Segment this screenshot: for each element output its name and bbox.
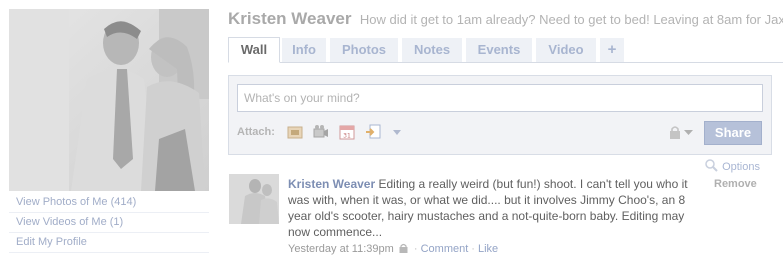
profile-photo[interactable] [9,9,209,191]
photo-attach-icon[interactable] [287,124,303,140]
video-attach-icon[interactable] [313,124,329,140]
tab-info[interactable]: Info [282,38,326,62]
story-author-name[interactable]: Kristen Weaver [288,177,375,191]
status-text: How did it get to 1am already? Need to g… [359,12,783,27]
story-timestamp[interactable]: Yesterday at 11:39pm [288,243,394,255]
tab-photos[interactable]: Photos [330,38,398,62]
privacy-lock-icon[interactable] [669,125,681,139]
event-attach-icon[interactable]: 31 [339,124,355,140]
privacy-dropdown-chevron-icon[interactable] [684,130,693,136]
svg-text:31: 31 [343,133,351,140]
magnifier-icon [705,159,718,172]
tab-notes[interactable]: Notes [402,38,462,62]
profile-photo-image [9,9,209,191]
tab-video[interactable]: Video [536,38,596,62]
story-meta: Yesterday at 11:39pm · Comment · Like [288,243,498,255]
options-label: Options [722,161,760,173]
separator-dot: · [471,243,475,255]
story-author-thumbnail[interactable] [229,174,279,224]
profile-name[interactable]: Kristen Weaver [228,9,351,28]
like-link[interactable]: Like [478,243,498,255]
separator-dot: · [413,243,418,255]
view-videos-link[interactable]: View Videos of Me (1) [9,213,209,233]
options-link[interactable]: Options [705,159,760,173]
link-attach-icon[interactable] [365,124,381,140]
more-attachments-chevron-icon[interactable] [391,124,403,140]
add-tab-button[interactable]: + [600,38,624,62]
tab-events[interactable]: Events [466,38,532,62]
profile-header: Kristen Weaver How did it get to 1am alr… [228,9,783,29]
edit-profile-link[interactable]: Edit My Profile [9,233,209,253]
story-privacy-lock-icon [399,243,408,253]
author-avatar [229,174,279,224]
status-input[interactable] [237,84,763,112]
tab-wall[interactable]: Wall [228,37,280,63]
publisher: Attach: 31 Share [228,75,772,155]
profile-links: View Photos of Me (414) View Videos of M… [9,193,209,253]
share-button[interactable]: Share [704,121,762,145]
view-photos-link[interactable]: View Photos of Me (414) [9,193,209,213]
profile-tabs: Wall Info Photos Notes Events Video + [228,37,783,63]
comment-link[interactable]: Comment [421,243,469,255]
remove-button[interactable]: Remove [714,178,757,190]
story-body: Kristen Weaver Editing a really weird (b… [288,176,700,240]
attach-label: Attach: [237,126,275,138]
